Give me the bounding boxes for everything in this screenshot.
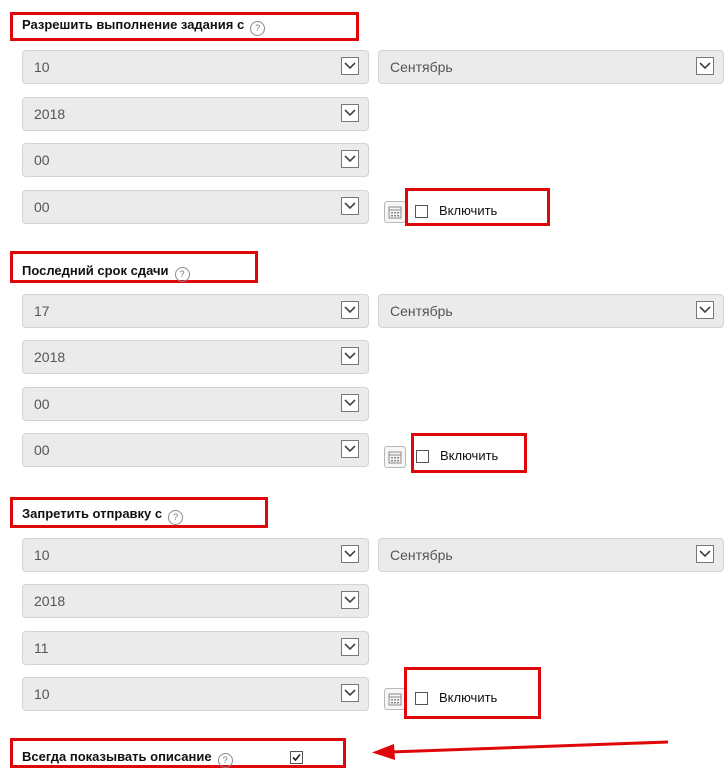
annotation-arrow-icon	[372, 740, 669, 760]
